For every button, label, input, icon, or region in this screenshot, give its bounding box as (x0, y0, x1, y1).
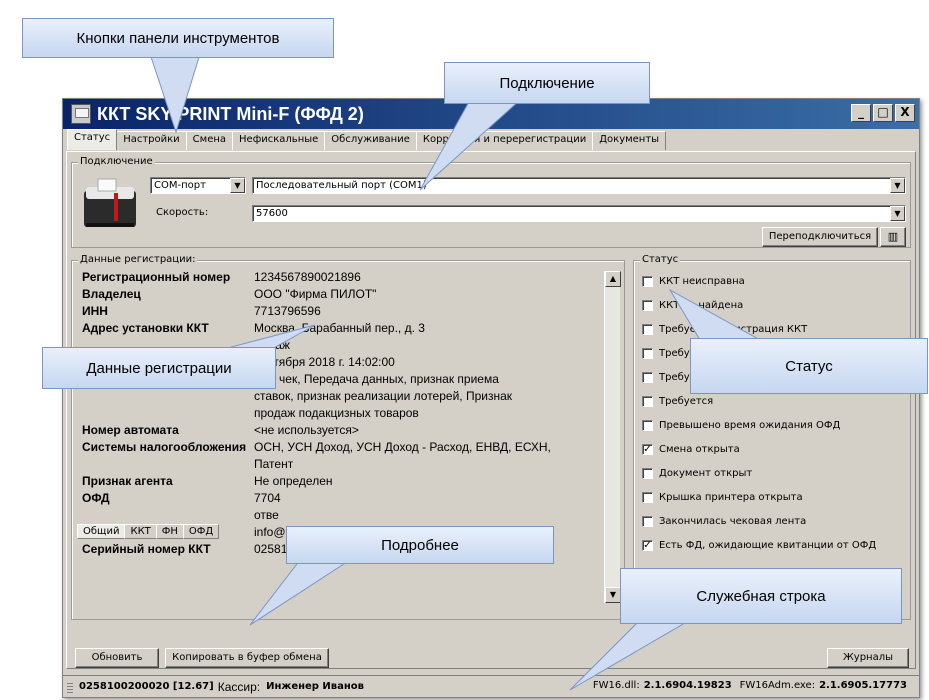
toolbar-callout: Кнопки панели инструментов (22, 18, 334, 58)
details-callout: Подробнее (286, 526, 554, 564)
service-line-callout: Служебная строка (620, 568, 902, 624)
connection-callout: Подключение (444, 62, 650, 104)
service-line-pointer (569, 619, 692, 691)
status-callout: Статус (690, 338, 928, 394)
details-pointer (249, 559, 352, 626)
status-pointer (668, 288, 762, 341)
connection-pointer (419, 99, 522, 191)
toolbar-pointer (149, 53, 201, 134)
registration-callout: Данные регистрации (42, 347, 276, 389)
